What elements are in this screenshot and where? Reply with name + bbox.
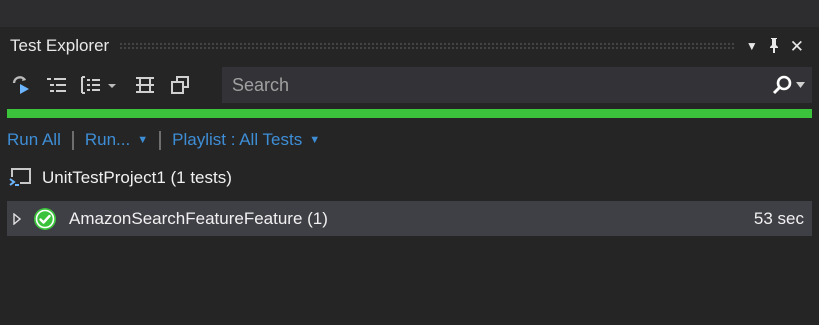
chevron-down-icon: ▼: [309, 134, 321, 146]
close-icon[interactable]: ✕: [790, 38, 804, 55]
playlist-label: Playlist : All Tests: [172, 130, 303, 149]
chevron-down-icon: ▼: [137, 134, 149, 146]
search-icon: [772, 75, 792, 95]
expand-arrow-icon[interactable]: [13, 212, 23, 225]
search-button[interactable]: [772, 75, 812, 95]
top-strip: [0, 0, 819, 27]
dropdown-arrow-icon[interactable]: ▼: [746, 40, 758, 52]
run-menu-label: Run...: [84, 130, 131, 149]
command-separator: [71, 130, 74, 150]
pin-icon[interactable]: [768, 37, 780, 56]
run-menu-link[interactable]: Run... ▼: [85, 130, 148, 150]
search-box: [222, 67, 812, 103]
test-name: AmazonSearchFeatureFeature (1): [69, 208, 328, 228]
project-label: UnitTestProject1 (1 tests): [42, 168, 232, 187]
passed-check-icon: [34, 207, 56, 230]
run-tests-icon[interactable]: [11, 74, 33, 96]
toolbar: [7, 67, 812, 103]
expand-collapse-icon[interactable]: [134, 74, 156, 96]
panel-title: Test Explorer: [10, 36, 110, 55]
tree-project-row[interactable]: UnitTestProject1 (1 tests): [7, 164, 232, 192]
test-explorer-panel: Test Explorer ▼ ✕ Search Run All Run... …: [7, 27, 812, 318]
test-explorer-window: Test Explorer ▼ ✕ Search Run All Run... …: [0, 0, 819, 325]
titlebar-grip[interactable]: [119, 42, 736, 50]
search-input[interactable]: [222, 73, 772, 97]
titlebar-controls: ▼ ✕: [746, 37, 812, 56]
new-window-icon[interactable]: [169, 74, 191, 96]
command-row: Run All Run... ▼ Playlist : All Tests ▼: [7, 127, 320, 153]
run-all-link[interactable]: Run All: [7, 130, 61, 150]
toolbar-icons: [7, 74, 221, 96]
test-progress-bar: [7, 109, 812, 118]
test-project-icon: [9, 168, 31, 187]
tree-test-row[interactable]: AmazonSearchFeatureFeature (1) 53 sec: [7, 201, 812, 236]
panel-titlebar[interactable]: Test Explorer ▼ ✕: [7, 27, 812, 65]
command-separator: [159, 130, 162, 150]
playlist-menu-link[interactable]: Playlist : All Tests ▼: [172, 130, 320, 150]
group-by-icon[interactable]: [46, 74, 68, 96]
test-duration: 53 sec: [753, 208, 804, 228]
playlist-icon[interactable]: [81, 74, 121, 96]
test-progress-fill: [7, 109, 812, 118]
chevron-down-icon: [796, 82, 805, 88]
